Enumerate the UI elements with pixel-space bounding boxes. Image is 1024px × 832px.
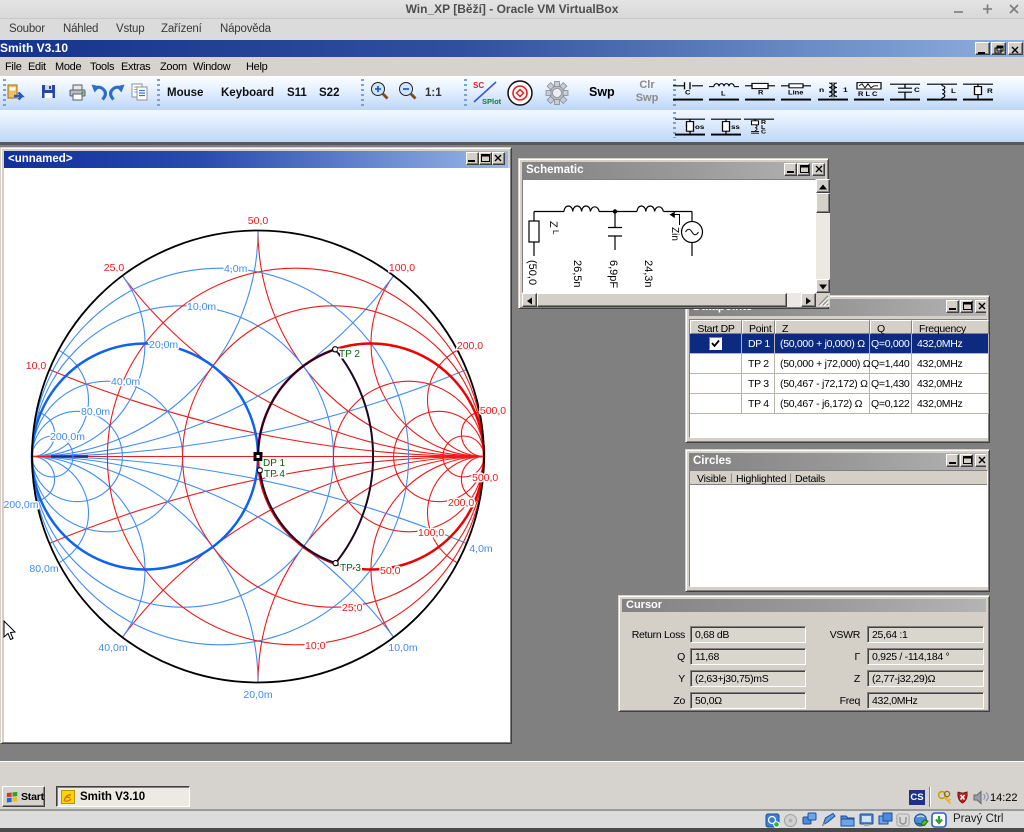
svg-text:50,0: 50,0 [248,215,269,227]
svg-text:80,0m: 80,0m [29,563,58,575]
svg-text:25,0: 25,0 [342,602,363,614]
svg-text:10,0m: 10,0m [187,301,216,313]
svg-text:50,0: 50,0 [380,565,401,577]
svg-text:SC: SC [473,81,484,90]
svg-text:DP 1: DP 1 [263,458,285,469]
svg-text:TP 4: TP 4 [264,469,285,480]
svg-text:40,0m: 40,0m [111,376,140,388]
svg-text:25,0: 25,0 [104,262,125,274]
svg-text:L: L [551,230,560,235]
svg-text:Line: Line [788,90,804,96]
svg-text:C: C [914,86,921,94]
svg-text:80,0m: 80,0m [81,406,110,418]
svg-text:C: C [685,90,691,96]
svg-text:10,0: 10,0 [26,360,47,372]
svg-text:Zin: Zin [669,227,680,241]
svg-text:L: L [721,91,726,97]
svg-text:6,9pF: 6,9pF [607,260,619,288]
svg-text:24,3n: 24,3n [642,260,654,288]
svg-text:L: L [951,87,957,95]
svg-text:10,0m: 10,0m [388,642,417,654]
svg-text:200,0m: 200,0m [4,499,39,511]
svg-text:10,0: 10,0 [305,640,326,652]
svg-text:100,0: 100,0 [418,527,444,539]
svg-text:TP 2: TP 2 [339,349,360,360]
svg-text:500,0: 500,0 [480,405,506,417]
svg-text:os: os [695,123,704,131]
svg-text:40,0m: 40,0m [98,642,127,654]
svg-text:20,0m: 20,0m [149,339,178,351]
svg-text:R: R [758,90,764,96]
svg-text:100,0: 100,0 [389,262,415,274]
svg-text:TP 3: TP 3 [340,563,361,574]
svg-text:Z: Z [547,221,559,228]
svg-text:C: C [761,129,767,135]
svg-text:1: 1 [843,86,849,94]
svg-text:200,0: 200,0 [457,340,483,352]
svg-text:500,0: 500,0 [472,472,498,484]
svg-text:26,5n: 26,5n [571,260,583,288]
svg-text:(50,0: (50,0 [526,260,538,285]
svg-text:n: n [819,86,825,94]
svg-text:4,0m: 4,0m [469,543,493,555]
svg-text:ss: ss [731,123,740,131]
svg-text:4,0m: 4,0m [224,263,248,275]
svg-text:R L C: R L C [858,92,878,98]
svg-text:20,0m: 20,0m [243,689,272,701]
svg-text:SPlot: SPlot [482,97,502,106]
svg-text:R: R [987,87,994,95]
svg-text:200,0m: 200,0m [50,431,85,443]
svg-text:200,0: 200,0 [448,497,474,509]
